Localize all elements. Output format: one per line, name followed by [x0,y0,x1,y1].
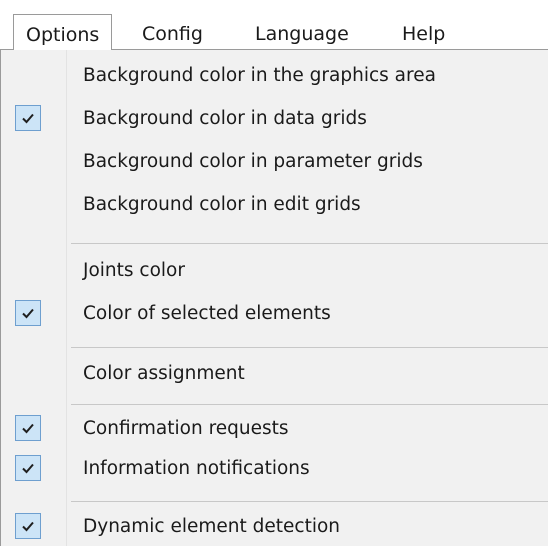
menu-config[interactable]: Config [130,14,215,50]
menu-item-background-color-edit-grids[interactable]: Background color in edit grids [1,185,548,225]
menu-help[interactable]: Help [390,14,457,50]
menu-bar: Options Config Language Help [0,0,548,51]
menu-item-label: Background color in the graphics area [83,65,436,86]
menu-item-label: Dynamic element detection [83,516,341,537]
checkmark-icon [15,455,41,481]
menu-options[interactable]: Options [13,14,113,50]
menu-item-label: Background color in parameter grids [83,151,423,172]
menu-separator [71,404,548,405]
menu-item-dynamic-element-detection[interactable]: Dynamic element detection [1,507,548,546]
options-dropdown-menu: Background color in the graphics area Ba… [0,49,548,546]
menu-item-label: Color assignment [83,363,245,384]
menu-item-label: Background color in data grids [83,108,367,129]
menu-language[interactable]: Language [243,14,361,50]
menu-item-label: Joints color [83,260,185,281]
menu-item-label: Confirmation requests [83,418,289,439]
menu-item-background-color-data-grids[interactable]: Background color in data grids [1,99,548,139]
menu-item-confirmation-requests[interactable]: Confirmation requests [1,409,548,449]
menu-item-label: Information notifications [83,458,310,479]
menu-separator [71,347,548,348]
menu-item-background-color-parameter-grids[interactable]: Background color in parameter grids [1,142,548,182]
menu-item-color-assignment[interactable]: Color assignment [1,354,548,394]
checkmark-icon [15,415,41,441]
checkmark-icon [15,105,41,131]
menu-item-background-color-graphics-area[interactable]: Background color in the graphics area [1,56,548,96]
menu-item-information-notifications[interactable]: Information notifications [1,449,548,489]
checkmark-icon [15,513,41,539]
menu-separator [71,501,548,502]
menu-item-joints-color[interactable]: Joints color [1,251,548,291]
checkmark-icon [15,300,41,326]
menu-item-label: Background color in edit grids [83,194,361,215]
menu-item-color-selected-elements[interactable]: Color of selected elements [1,294,548,334]
menu-separator [71,243,548,244]
menu-item-label: Color of selected elements [83,303,331,324]
